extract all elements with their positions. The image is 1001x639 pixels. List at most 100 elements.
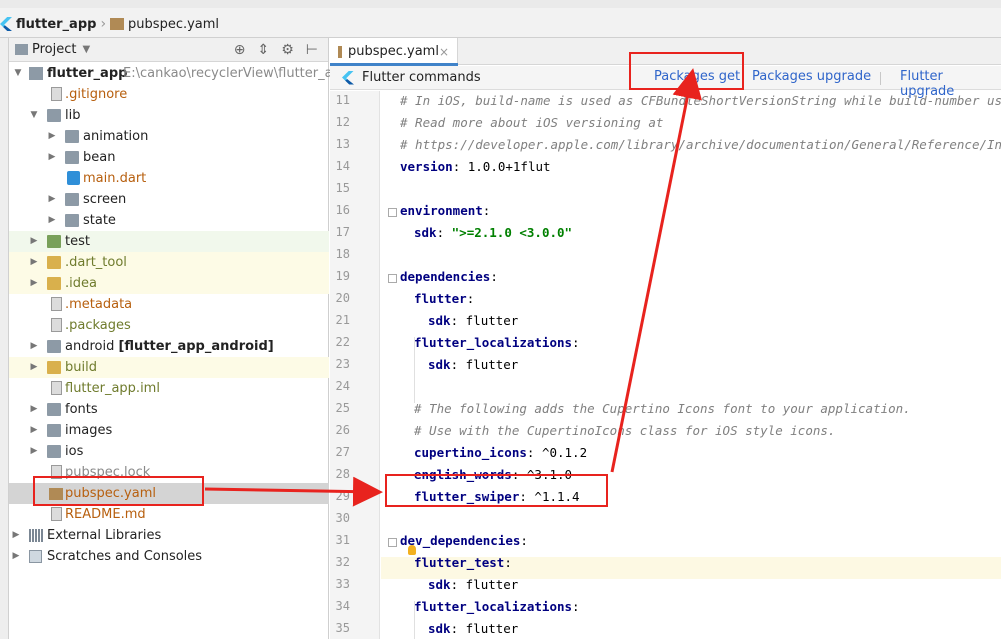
fold-marker-icon[interactable] <box>388 538 397 547</box>
line-number: 34 <box>335 599 350 613</box>
fold-marker-icon[interactable] <box>388 208 397 217</box>
tree-item-ios[interactable]: ▶ ios <box>9 441 329 462</box>
code-editor[interactable]: 11 # In iOS, build-name is used as CFBund… <box>330 91 1001 639</box>
line-number: 26 <box>335 423 350 437</box>
code-line: sdk: flutter <box>428 313 519 328</box>
tool-window-stripe[interactable] <box>0 38 9 639</box>
folder-icon <box>47 277 61 290</box>
tree-item-images[interactable]: ▶ images <box>9 420 329 441</box>
chevron-right-icon[interactable]: ▶ <box>47 189 57 210</box>
tree-item-flutter-app-iml[interactable]: flutter_app.iml <box>9 378 329 399</box>
tree-item-screen[interactable]: ▶ screen <box>9 189 329 210</box>
collapse-all-icon[interactable]: ⇕ <box>258 42 270 58</box>
chevron-down-icon[interactable]: ▼ <box>13 63 23 84</box>
chevron-right-icon[interactable]: ▶ <box>29 357 39 378</box>
module-name: [flutter_app_android] <box>118 339 274 354</box>
folder-icon <box>47 361 61 374</box>
chevron-down-icon[interactable]: ▼ <box>29 105 39 126</box>
gear-icon[interactable]: ⚙ <box>281 42 294 58</box>
lightbulb-icon[interactable] <box>408 545 416 555</box>
tree-item-build[interactable]: ▶ build <box>9 357 329 378</box>
project-panel: Project ▼ ⊕ ⇕ ⚙ ⊢ ▼ flutter_app E:\canka… <box>9 38 350 639</box>
folder-icon <box>65 193 79 206</box>
chevron-right-icon[interactable]: ▶ <box>47 126 57 147</box>
tree-item-state[interactable]: ▶ state <box>9 210 329 231</box>
breadcrumb-file[interactable]: pubspec.yaml <box>110 17 219 32</box>
tree-item-label: build <box>65 360 97 375</box>
project-view-selector[interactable]: Project <box>32 42 76 57</box>
chevron-right-icon[interactable]: ▶ <box>47 210 57 231</box>
yaml-key: dependencies <box>400 269 491 284</box>
chevron-down-icon[interactable]: ▼ <box>82 44 90 55</box>
library-icon <box>29 529 43 542</box>
yaml-key: flutter_test <box>414 555 505 570</box>
tree-item-external-libraries[interactable]: ▶ External Libraries <box>9 525 329 546</box>
tree-item-idea[interactable]: ▶ .idea <box>9 273 329 294</box>
tree-item-label: flutter_app <box>47 66 128 81</box>
chevron-right-icon[interactable]: ▶ <box>29 420 39 441</box>
chevron-right-icon[interactable]: ▶ <box>11 525 21 546</box>
folder-icon <box>47 424 61 437</box>
chevron-right-icon[interactable]: ▶ <box>29 336 39 357</box>
code-line: flutter: <box>414 291 482 306</box>
line-number: 32 <box>335 555 350 569</box>
tree-item-packages[interactable]: .packages <box>9 315 329 336</box>
chevron-right-icon[interactable]: ▶ <box>29 441 39 462</box>
tree-item-fonts[interactable]: ▶ fonts <box>9 399 329 420</box>
tree-item-main-dart[interactable]: main.dart <box>9 168 329 189</box>
comment-text: # Read more about iOS versioning at <box>400 115 664 130</box>
tree-item-gitignore[interactable]: .gitignore <box>9 84 329 105</box>
folder-icon <box>47 235 61 248</box>
breadcrumb-project[interactable]: flutter_app <box>0 17 96 32</box>
indent-guide <box>414 601 415 639</box>
tree-item-animation[interactable]: ▶ animation <box>9 126 329 147</box>
file-icon <box>51 507 62 521</box>
tree-item-test[interactable]: ▶ test <box>9 231 329 252</box>
yaml-value: ^0.1.2 <box>541 445 588 460</box>
chevron-right-icon[interactable]: ▶ <box>29 399 39 420</box>
tree-item-android[interactable]: ▶ android [flutter_app_android] <box>9 336 329 357</box>
code-line: flutter_localizations: <box>414 335 588 350</box>
tree-item-label: .dart_tool <box>65 255 127 270</box>
yaml-key: flutter_localizations <box>414 335 573 350</box>
yaml-file-icon <box>110 18 125 30</box>
line-number: 35 <box>335 621 350 635</box>
folder-icon <box>47 109 61 122</box>
packages-upgrade-link[interactable]: Packages upgrade <box>752 69 871 84</box>
tree-item-readme[interactable]: README.md <box>9 504 329 525</box>
comment-text: # https://developer.apple.com/library/ar… <box>400 137 1001 152</box>
toolbar-strip <box>0 0 1001 8</box>
tree-item-label: .packages <box>65 318 131 333</box>
tree-item-label: flutter_app.iml <box>65 381 160 396</box>
chevron-right-icon[interactable]: ▶ <box>29 252 39 273</box>
chevron-right-icon[interactable]: ▶ <box>29 273 39 294</box>
tree-item-lib[interactable]: ▼ lib <box>9 105 329 126</box>
yaml-value: flutter <box>465 577 519 592</box>
folder-icon <box>47 256 61 269</box>
locate-file-icon[interactable]: ⊕ <box>234 42 246 58</box>
chevron-right-icon[interactable]: ▶ <box>29 231 39 252</box>
tree-item-label: README.md <box>65 507 146 522</box>
tree-item-dart-tool[interactable]: ▶ .dart_tool <box>9 252 329 273</box>
editor-area: pubspec.yaml × Flutter commands Packages… <box>330 38 1001 639</box>
breadcrumb: flutter_app › pubspec.yaml <box>0 13 219 35</box>
close-icon[interactable]: × <box>439 45 449 59</box>
tree-item-scratches[interactable]: ▶ Scratches and Consoles <box>9 546 329 567</box>
hide-panel-icon[interactable]: ⊢ <box>306 42 318 58</box>
tab-pubspec-yaml[interactable]: pubspec.yaml × <box>330 38 458 66</box>
yaml-key: dev_dependencies <box>400 533 521 548</box>
chevron-right-icon[interactable]: ▶ <box>47 147 57 168</box>
annotation-box-pubspec-file <box>33 476 204 506</box>
chevron-right-icon[interactable]: ▶ <box>11 546 21 567</box>
project-panel-header: Project ▼ ⊕ ⇕ ⚙ ⊢ <box>9 38 328 62</box>
yaml-value: 1.0.0+1flut <box>467 159 551 174</box>
flutter-commands-title: Flutter commands <box>362 70 481 85</box>
fold-marker-icon[interactable] <box>388 274 397 283</box>
line-number: 20 <box>335 291 350 305</box>
file-icon <box>51 381 62 395</box>
tree-item-metadata[interactable]: .metadata <box>9 294 329 315</box>
yaml-key: sdk <box>428 357 451 372</box>
tree-item-flutter-app[interactable]: ▼ flutter_app E:\cankao\recyclerView\flu… <box>9 63 350 84</box>
tree-item-bean[interactable]: ▶ bean <box>9 147 329 168</box>
yaml-value: flutter <box>465 357 519 372</box>
